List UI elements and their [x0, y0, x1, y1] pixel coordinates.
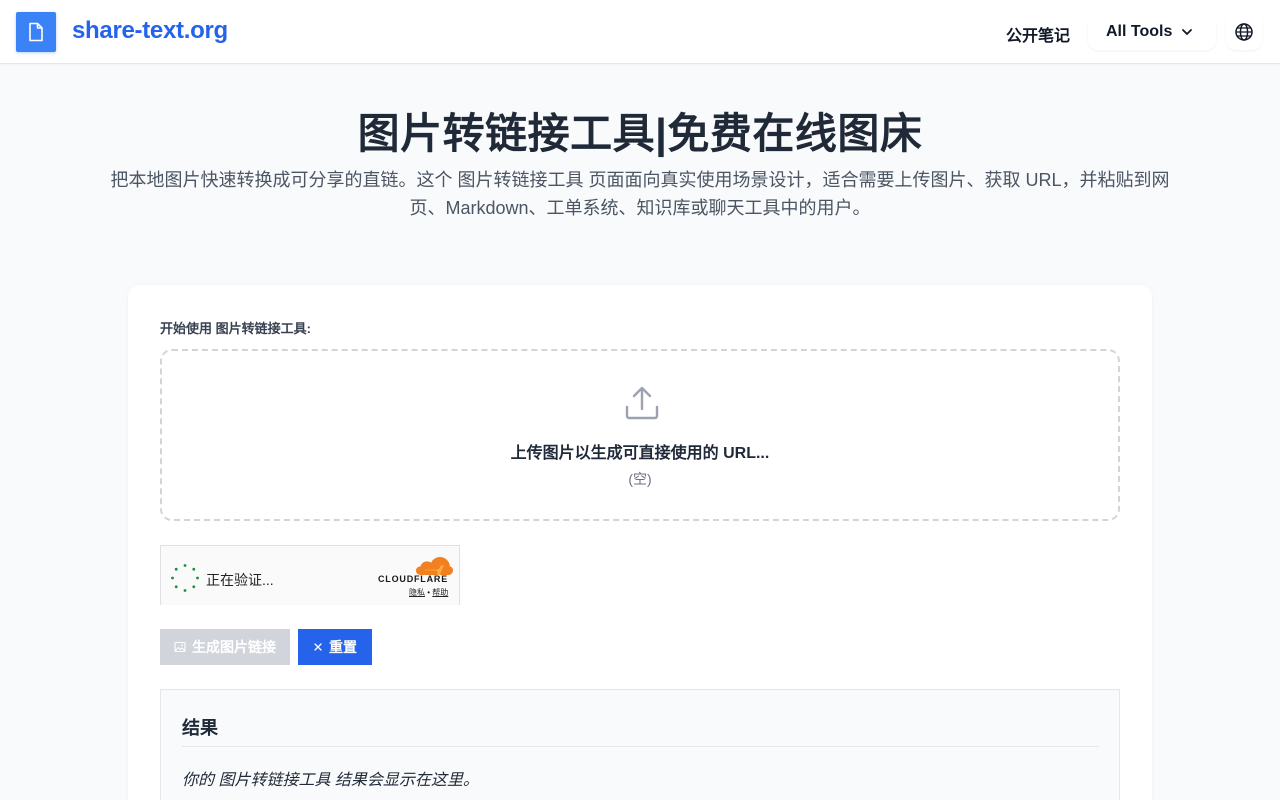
brand-link[interactable]: share-text.org — [72, 17, 228, 45]
reset-button[interactable]: 重置 — [298, 629, 372, 665]
turnstile-widget[interactable]: 正在验证... CLOUDFLARE 隐私 • 帮助 — [160, 545, 460, 605]
upload-icon — [625, 386, 659, 420]
result-panel: 结果 你的 图片转链接工具 结果会显示在这里。 — [160, 689, 1120, 800]
cloudflare-wordmark: CLOUDFLARE — [378, 574, 448, 584]
result-title: 结果 — [182, 718, 218, 738]
loading-spinner-icon — [171, 564, 199, 592]
help-link[interactable]: 帮助 — [432, 588, 448, 597]
top-navbar: share-text.org 公开笔记 All Tools — [0, 0, 1280, 64]
globe-icon — [1235, 23, 1253, 41]
page-description: 把本地图片快速转换成可分享的直链。这个 图片转链接工具 页面面向真实使用场景设计… — [110, 170, 1170, 218]
cloudflare-cloud-icon — [416, 557, 453, 575]
turnstile-links: 隐私 • 帮助 — [409, 587, 448, 598]
start-label: 开始使用 图片转链接工具: — [160, 321, 311, 336]
language-button[interactable] — [1226, 14, 1262, 50]
all-tools-label: All Tools — [1106, 23, 1173, 40]
privacy-link[interactable]: 隐私 — [409, 588, 425, 597]
generate-link-button[interactable]: 生成图片链接 — [160, 629, 290, 665]
close-icon — [314, 643, 322, 651]
logo[interactable] — [16, 12, 56, 52]
all-tools-dropdown[interactable]: All Tools — [1088, 14, 1216, 50]
image-icon — [174, 641, 186, 653]
dropzone-empty-state: (空) — [628, 471, 652, 487]
verification-status: 正在验证... — [206, 572, 274, 588]
link-separator: • — [427, 588, 431, 597]
page-title: 图片转链接工具|免费在线图床 — [357, 110, 923, 157]
nav-public-notes-link[interactable]: 公开笔记 — [1006, 22, 1070, 46]
reset-label: 重置 — [329, 639, 357, 655]
generate-link-label: 生成图片链接 — [192, 639, 276, 655]
result-divider — [182, 746, 1099, 747]
dropzone-title: 上传图片以生成可直接使用的 URL... — [510, 445, 770, 462]
document-icon — [29, 22, 43, 42]
result-placeholder: 你的 图片转链接工具 结果会显示在这里。 — [182, 772, 479, 789]
image-upload-dropzone[interactable]: 上传图片以生成可直接使用的 URL... (空) — [160, 349, 1120, 521]
chevron-down-icon — [1182, 29, 1192, 35]
